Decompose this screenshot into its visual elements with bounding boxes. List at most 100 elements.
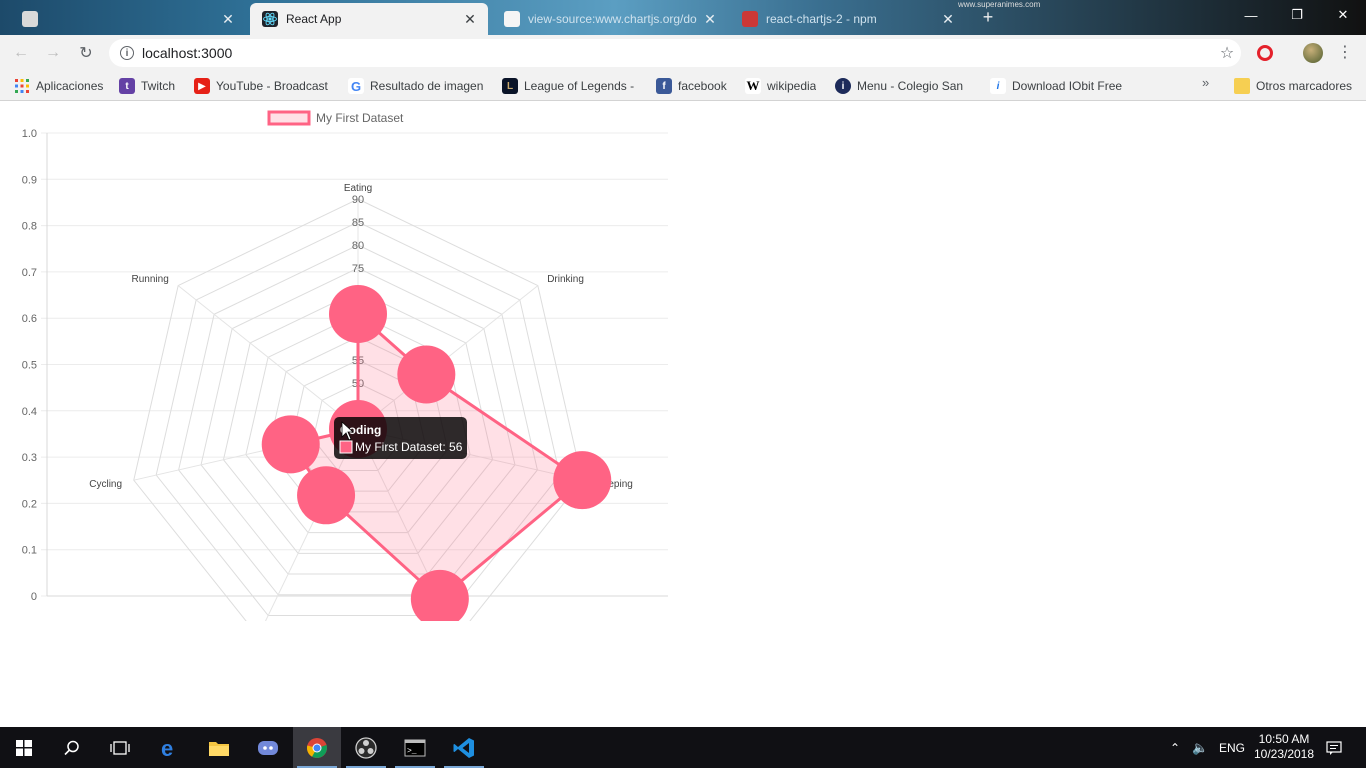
notifications-icon[interactable] bbox=[1326, 727, 1342, 768]
tab-npm[interactable]: react-chartjs-2 - npm ✕ bbox=[730, 3, 966, 35]
apps-grid-icon bbox=[14, 78, 30, 94]
bookmark-label: Menu - Colegio San bbox=[857, 79, 964, 93]
tab-strip: ✕ React App ✕ view-source:www.chartjs.or… bbox=[0, 0, 1366, 35]
bookmark-wikipedia[interactable]: W wikipedia bbox=[745, 75, 816, 97]
language-indicator[interactable]: ENG bbox=[1219, 727, 1245, 768]
bookmark-twitch[interactable]: t Twitch bbox=[119, 75, 175, 97]
svg-text:e: e bbox=[161, 737, 173, 759]
colegio-icon: i bbox=[835, 78, 851, 94]
react-icon bbox=[262, 11, 278, 27]
cartesian-y-tick-label: 0 bbox=[31, 591, 37, 603]
google-icon: G bbox=[348, 78, 364, 94]
obs-icon[interactable] bbox=[342, 727, 390, 768]
radar-point-label: Cycling bbox=[89, 479, 122, 490]
tab-1[interactable]: ✕ bbox=[10, 3, 246, 35]
terminal-icon[interactable]: >_ bbox=[391, 727, 439, 768]
page-content: 1.00.90.80.70.60.50.40.30.20.10 50557580… bbox=[0, 101, 1366, 727]
bookmark-aplicaciones[interactable]: Aplicaciones bbox=[14, 75, 103, 97]
wikipedia-icon: W bbox=[745, 78, 761, 94]
cartesian-y-tick-label: 0.8 bbox=[22, 221, 37, 233]
vscode-icon[interactable] bbox=[440, 727, 488, 768]
bookmark-colegio[interactable]: i Menu - Colegio San bbox=[835, 75, 969, 97]
iobit-icon: i bbox=[990, 78, 1006, 94]
tooltip-swatch bbox=[339, 440, 353, 454]
bookmark-label: YouTube - Broadcast bbox=[216, 79, 328, 93]
data-point bbox=[329, 285, 387, 343]
search-icon[interactable] bbox=[48, 727, 96, 768]
forward-button[interactable]: → bbox=[40, 40, 66, 66]
clock[interactable]: 10:50 AM 10/23/2018 bbox=[1250, 732, 1318, 762]
data-point bbox=[397, 345, 456, 404]
reload-button[interactable]: ↻ bbox=[73, 40, 99, 66]
cartesian-y-tick-label: 0.7 bbox=[22, 267, 37, 279]
bookmark-label: Aplicaciones bbox=[36, 79, 104, 93]
edge-icon[interactable]: e bbox=[146, 727, 194, 768]
cartesian-y-tick-label: 0.9 bbox=[22, 174, 37, 186]
file-explorer-icon[interactable] bbox=[195, 727, 243, 768]
chrome-icon[interactable] bbox=[293, 727, 341, 768]
clock-time: 10:50 AM bbox=[1258, 732, 1310, 746]
address-bar[interactable]: i localhost:3000 ☆ bbox=[109, 39, 1241, 67]
data-point bbox=[261, 415, 320, 474]
radial-tick-label: 80 bbox=[352, 240, 364, 252]
menu-icon[interactable]: ⋮ bbox=[1337, 42, 1353, 64]
bookmark-label: Download IObit Free bbox=[1012, 79, 1123, 93]
bookmark-label: Twitch bbox=[141, 79, 176, 93]
radar-point-label: Eating bbox=[344, 183, 372, 194]
radial-tick-label: 85 bbox=[352, 217, 364, 229]
radar-point-label: Drinking bbox=[547, 274, 584, 285]
bookmark-label: wikipedia bbox=[767, 79, 817, 93]
url-text: localhost:3000 bbox=[142, 45, 233, 61]
radial-tick-label: 90 bbox=[352, 194, 364, 206]
radar-chart: 1.00.90.80.70.60.50.40.30.20.10 50557580… bbox=[22, 110, 668, 621]
volume-icon[interactable]: 🔈 bbox=[1192, 727, 1208, 768]
radar-point-label: Running bbox=[132, 274, 169, 285]
bookmark-star-icon[interactable]: ☆ bbox=[1213, 43, 1241, 63]
discord-icon[interactable] bbox=[244, 727, 292, 768]
bookmarks-bar: Aplicaciones t Twitch ▶ YouTube - Broadc… bbox=[0, 70, 1366, 101]
bookmark-otros[interactable]: Otros marcadores bbox=[1234, 75, 1352, 97]
tab-favicon bbox=[22, 11, 38, 27]
cartesian-y-tick-label: 0.2 bbox=[22, 498, 37, 510]
tray-chevron-icon[interactable]: ⌃ bbox=[1170, 727, 1180, 768]
start-icon[interactable] bbox=[0, 727, 48, 768]
tab-react-app[interactable]: React App ✕ bbox=[250, 3, 488, 35]
legend-swatch bbox=[267, 110, 311, 126]
legend-label: My First Dataset bbox=[316, 111, 404, 125]
bookmark-iobit[interactable]: i Download IObit Free bbox=[990, 75, 1126, 97]
data-point bbox=[297, 466, 356, 525]
svg-text:>_: >_ bbox=[407, 747, 417, 756]
close-icon[interactable]: ✕ bbox=[940, 11, 956, 28]
data-point bbox=[553, 451, 612, 510]
close-icon[interactable]: ✕ bbox=[702, 11, 718, 28]
cartesian-y-tick-label: 0.1 bbox=[22, 545, 37, 557]
bookmark-google[interactable]: G Resultado de imagen bbox=[348, 75, 486, 97]
twitch-icon: t bbox=[119, 78, 135, 94]
opera-extension-icon[interactable] bbox=[1257, 45, 1273, 61]
tooltip-body: My First Dataset: 56 bbox=[355, 440, 463, 454]
npm-icon bbox=[742, 11, 758, 27]
close-icon[interactable]: ✕ bbox=[462, 11, 478, 28]
close-icon[interactable]: ✕ bbox=[220, 11, 236, 28]
tab-title: view-source:www.chartjs.org/do bbox=[528, 12, 697, 26]
clock-date: 10/23/2018 bbox=[1253, 747, 1315, 761]
bookmark-facebook[interactable]: f facebook bbox=[656, 75, 727, 97]
restore-button[interactable]: ❐ bbox=[1274, 0, 1320, 30]
new-tab-button[interactable]: + bbox=[978, 6, 998, 28]
browser-toolbar: ← → ↻ i localhost:3000 ☆ ⋮ bbox=[0, 35, 1366, 70]
task-view-icon[interactable] bbox=[96, 727, 144, 768]
profile-avatar[interactable] bbox=[1303, 43, 1323, 63]
bookmark-youtube[interactable]: ▶ YouTube - Broadcast bbox=[194, 75, 330, 97]
close-window-button[interactable]: ✕ bbox=[1320, 0, 1366, 30]
bookmark-league[interactable]: L League of Legends - bbox=[502, 75, 636, 97]
back-button[interactable]: ← bbox=[8, 40, 34, 66]
more-bookmarks-chevron-icon[interactable]: » bbox=[1202, 75, 1209, 90]
tab-title: React App bbox=[286, 12, 342, 26]
cartesian-y-tick-label: 0.3 bbox=[22, 452, 37, 464]
tab-view-source[interactable]: view-source:www.chartjs.org/do ✕ bbox=[492, 3, 728, 35]
tab-title: react-chartjs-2 - npm bbox=[766, 12, 877, 26]
watermark: www.superanimes.com bbox=[958, 0, 1041, 9]
legend[interactable]: My First Dataset bbox=[267, 110, 404, 126]
minimize-button[interactable]: — bbox=[1228, 0, 1274, 30]
info-icon[interactable]: i bbox=[120, 46, 134, 60]
